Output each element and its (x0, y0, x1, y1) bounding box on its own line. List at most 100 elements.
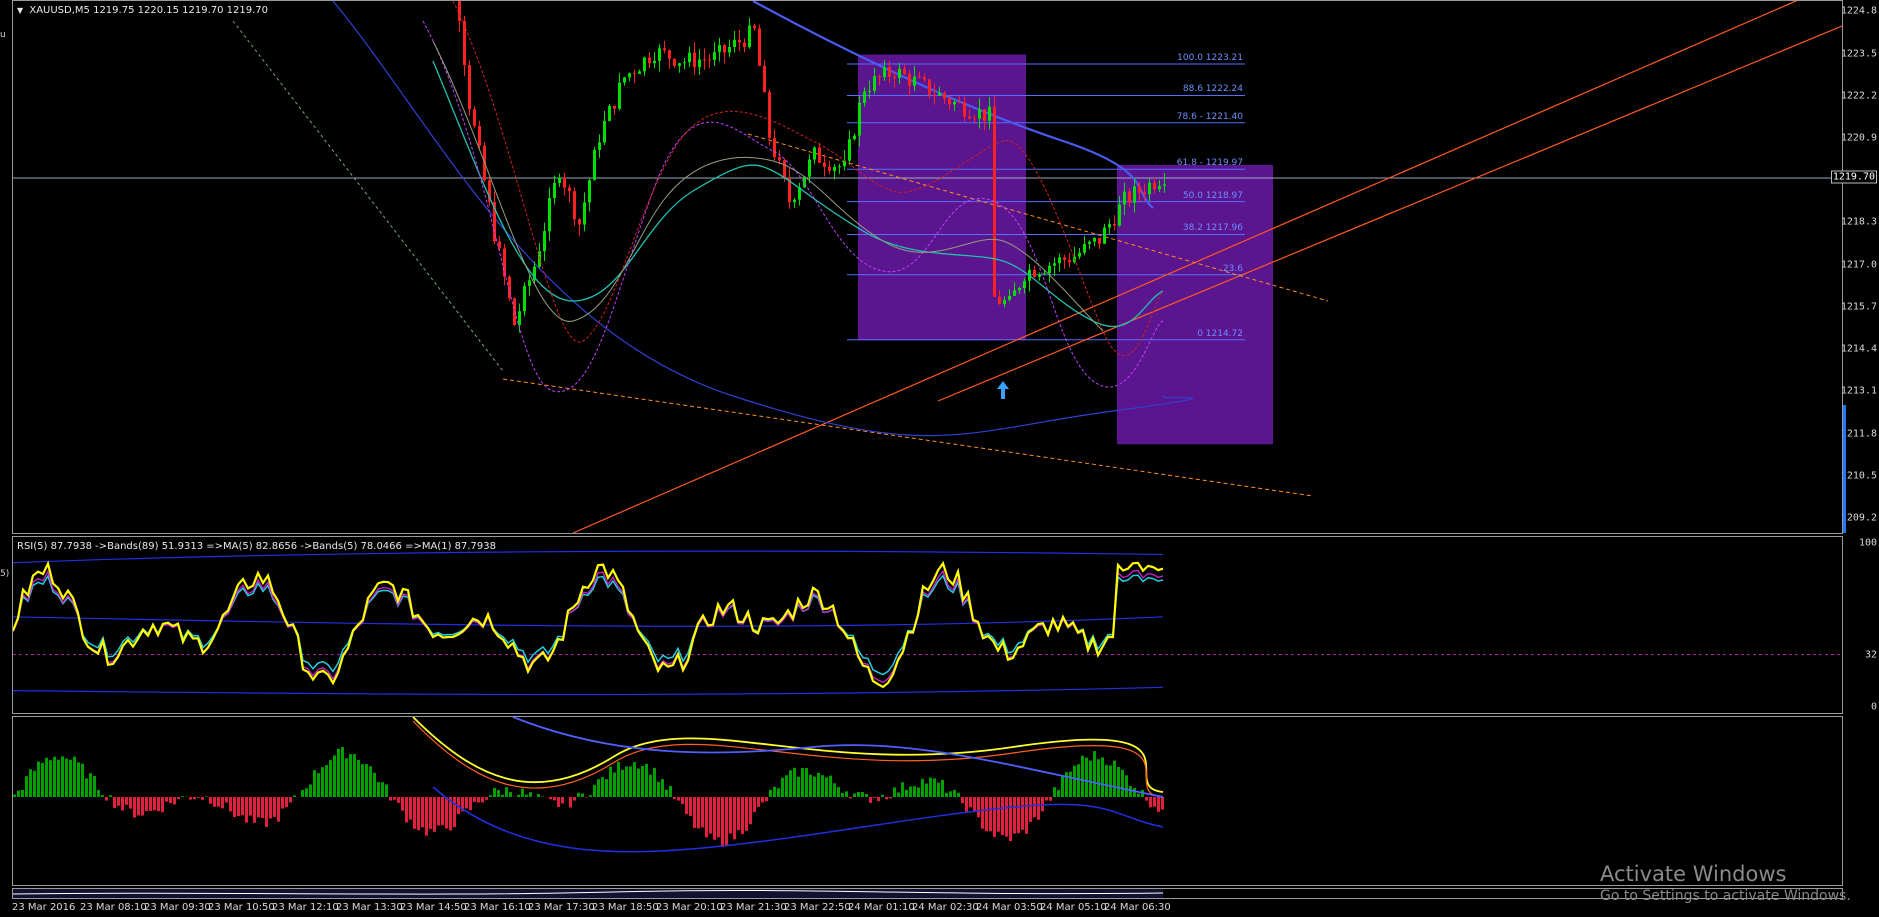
rsi-canvas[interactable] (13, 537, 1842, 713)
candle-body (1018, 287, 1021, 291)
histogram-bar (949, 791, 952, 797)
histogram-bar (357, 759, 360, 797)
candle-body (908, 74, 911, 86)
histogram-bar (953, 789, 956, 797)
histogram-bar (381, 782, 384, 797)
histogram-bar (769, 789, 772, 797)
candle-body (1068, 259, 1071, 263)
histogram-bar (213, 797, 216, 807)
candle-body (543, 231, 546, 252)
time-tick-label: 23 Mar 08:10 (80, 902, 147, 913)
candle-body (833, 166, 836, 171)
histogram-bar (485, 797, 488, 800)
candle-body (628, 73, 631, 78)
candle-body (883, 67, 886, 78)
candle-body (503, 248, 506, 277)
histogram-bar (477, 797, 480, 803)
histogram-bar (829, 775, 832, 797)
candle-body (603, 120, 606, 143)
histogram-bar (801, 768, 804, 797)
time-axis[interactable]: 23 Mar 2016 23 Mar 08:10 23 Mar 09:30 23 Ma… (12, 900, 1843, 917)
price-chart-pane[interactable]: ▼ XAUUSD,M5 1219.75 1220.15 1219.70 1219… (12, 0, 1843, 534)
histogram-bar (413, 797, 416, 829)
candle-body (863, 91, 866, 103)
histogram-bar (425, 797, 428, 836)
fib-level-label: 0 1214.72 (1197, 328, 1243, 339)
histogram-bar (909, 786, 912, 797)
histogram-bar (633, 762, 636, 797)
histogram-bar (745, 797, 748, 831)
histogram-bar (337, 748, 340, 797)
mini-indicator-pane[interactable] (12, 888, 1843, 899)
histogram-bar (817, 772, 820, 797)
candle-body (793, 199, 796, 203)
histogram-bar (481, 797, 484, 803)
time-tick-label: 23 Mar 09:30 (144, 902, 211, 913)
histogram-bar (353, 754, 356, 797)
histogram-bar (609, 766, 612, 797)
scale-scroll-marker[interactable] (1843, 405, 1846, 533)
histogram-bar (377, 782, 380, 797)
candle-body (903, 68, 906, 75)
time-tick-label: 23 Mar 13:30 (336, 902, 403, 913)
histogram-bar (241, 797, 244, 816)
histogram-bar (233, 797, 236, 818)
price-chart-canvas[interactable] (13, 1, 1842, 533)
candle-body (1113, 224, 1116, 226)
histogram-bar (269, 797, 272, 819)
histogram-bar (873, 797, 876, 799)
histogram-bar (549, 797, 552, 800)
histogram-bar (509, 792, 512, 797)
candle-body (558, 177, 561, 183)
target-zone-box (1117, 164, 1273, 445)
candle-body (858, 102, 861, 136)
histogram-bar (473, 797, 476, 802)
histogram-bar (749, 797, 752, 825)
histogram-bar (53, 756, 56, 797)
histogram-bar (93, 775, 96, 797)
histogram-bar (793, 767, 796, 797)
candle-body (813, 147, 816, 160)
histogram-bar (325, 765, 328, 797)
histogram-bar (681, 797, 684, 805)
time-tick-label: 24 Mar 03:50 (976, 902, 1043, 913)
histogram-bar (833, 783, 836, 797)
histogram-bar (65, 758, 68, 797)
histogram-bar (1121, 769, 1124, 797)
histogram-bar (29, 769, 32, 797)
oscillator-canvas[interactable] (13, 717, 1842, 885)
fib-level-label: 50.0 1218.97 (1182, 190, 1243, 201)
candle-body (1158, 185, 1161, 190)
histogram-bar (1133, 788, 1136, 797)
histogram-bar (553, 797, 556, 801)
candle-body (708, 59, 711, 61)
histogram-bar (265, 797, 268, 827)
candle-body (703, 59, 706, 61)
histogram-bar (261, 797, 264, 819)
histogram-bar (805, 767, 808, 797)
oscillator-pane[interactable] (12, 716, 1843, 886)
price-tick-label: 1223.5 (1840, 48, 1877, 60)
histogram-bar (437, 797, 440, 826)
collapse-triangle-icon[interactable]: ▼ (17, 6, 23, 15)
histogram-bar (785, 775, 788, 797)
histogram-bar (725, 797, 728, 847)
histogram-bar (1125, 775, 1128, 797)
histogram-bar (385, 784, 388, 797)
candle-body (613, 105, 616, 109)
histogram-bar (589, 795, 592, 797)
histogram-bar (489, 795, 492, 797)
histogram-bar (49, 760, 52, 797)
candle-body (1128, 191, 1131, 203)
rsi-indicator-pane[interactable]: RSI(5) 87.7938 ->Bands(89) 51.9313 =>MA(… (12, 536, 1843, 714)
histogram-bar (245, 797, 248, 823)
time-tick-label: 23 Mar 18:50 (592, 902, 659, 913)
histogram-bar (69, 759, 72, 797)
watermark-subtitle: Go to Settings to activate Windows. (1600, 888, 1851, 904)
candle-body (583, 202, 586, 225)
candle-body (768, 92, 771, 138)
candle-body (658, 48, 661, 61)
histogram-bar (657, 781, 660, 797)
histogram-bar (173, 797, 176, 805)
price-scale[interactable]: 1228.71227.41226.11224.81223.51222.21220… (1830, 0, 1879, 900)
